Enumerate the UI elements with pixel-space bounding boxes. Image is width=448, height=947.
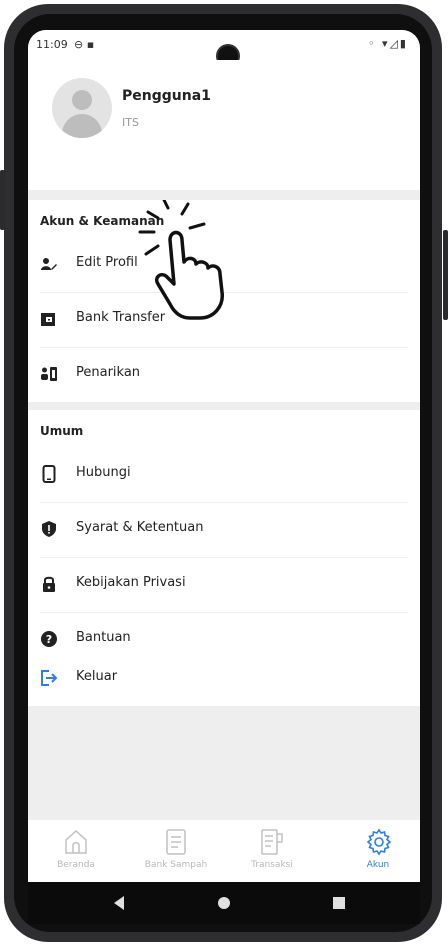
logout-icon <box>41 670 58 686</box>
gear-icon <box>366 828 392 856</box>
shield-icon <box>42 521 56 537</box>
tab-bank-sampah[interactable]: Bank Sampah <box>136 828 216 878</box>
bottom-nav: Beranda Bank Sampah Transaksi Akun <box>28 820 420 882</box>
menu-item-privacy[interactable]: Kebijakan Privasi <box>28 558 420 612</box>
menu-item-contact[interactable]: Hubungi <box>28 448 420 502</box>
system-nav-bar <box>28 882 420 924</box>
menu-item-label: Hubungi <box>76 465 131 480</box>
tab-akun[interactable]: Akun <box>338 828 418 878</box>
receipt-icon <box>261 829 283 855</box>
tab-label: Beranda <box>57 860 95 870</box>
tab-transaksi[interactable]: Transaksi <box>232 828 312 878</box>
logout-label: Keluar <box>76 669 118 684</box>
withdrawal-icon <box>41 367 57 381</box>
tap-gesture-hand-icon <box>138 200 224 320</box>
app-screen: 11:09 ⊖ ▪ ◦ ▾◿▮ Pengguna1 ITS Akun & Kea… <box>28 30 420 882</box>
tab-label: Bank Sampah <box>144 860 208 870</box>
menu-item-label: Penarikan <box>76 365 141 380</box>
profile-org: ITS <box>122 116 139 129</box>
general-section: Umum Hubungi Syarat & Ketentuan Kebijaka… <box>28 410 420 668</box>
lock-icon <box>43 576 55 592</box>
system-icons: ◦ ▾◿▮ <box>367 37 408 50</box>
bank-transfer-icon <box>41 313 55 326</box>
menu-item-label: Bantuan <box>76 630 131 645</box>
phone-icon <box>42 465 56 483</box>
menu-item-terms[interactable]: Syarat & Ketentuan <box>28 503 420 557</box>
menu-item-label: Edit Profil <box>76 255 138 270</box>
help-icon: ? <box>41 631 57 647</box>
tab-label: Akun <box>366 860 390 870</box>
home-button-icon[interactable] <box>218 897 230 909</box>
avatar <box>52 78 112 138</box>
status-time: 11:09 <box>36 38 68 51</box>
recent-apps-icon[interactable] <box>333 897 345 909</box>
profile-name: Pengguna1 <box>122 88 211 104</box>
side-button <box>0 170 5 230</box>
section-title-general: Umum <box>40 424 84 438</box>
tab-label: Transaksi <box>251 860 293 870</box>
logout-button[interactable]: Keluar <box>28 652 420 706</box>
profile-header[interactable]: Pengguna1 ITS <box>28 60 420 190</box>
tab-beranda[interactable]: Beranda <box>36 828 116 878</box>
back-icon[interactable] <box>114 896 124 910</box>
document-icon <box>166 829 186 855</box>
menu-item-label: Syarat & Ketentuan <box>76 520 204 535</box>
side-button <box>443 230 448 320</box>
menu-item-withdrawal[interactable]: Penarikan <box>28 348 420 402</box>
logout-section: Keluar <box>28 650 420 706</box>
svg-text:?: ? <box>46 633 52 646</box>
home-icon <box>65 829 87 854</box>
edit-profile-icon <box>41 258 57 270</box>
menu-item-label: Kebijakan Privasi <box>76 575 186 590</box>
status-indicators: ⊖ ▪ <box>74 38 95 51</box>
